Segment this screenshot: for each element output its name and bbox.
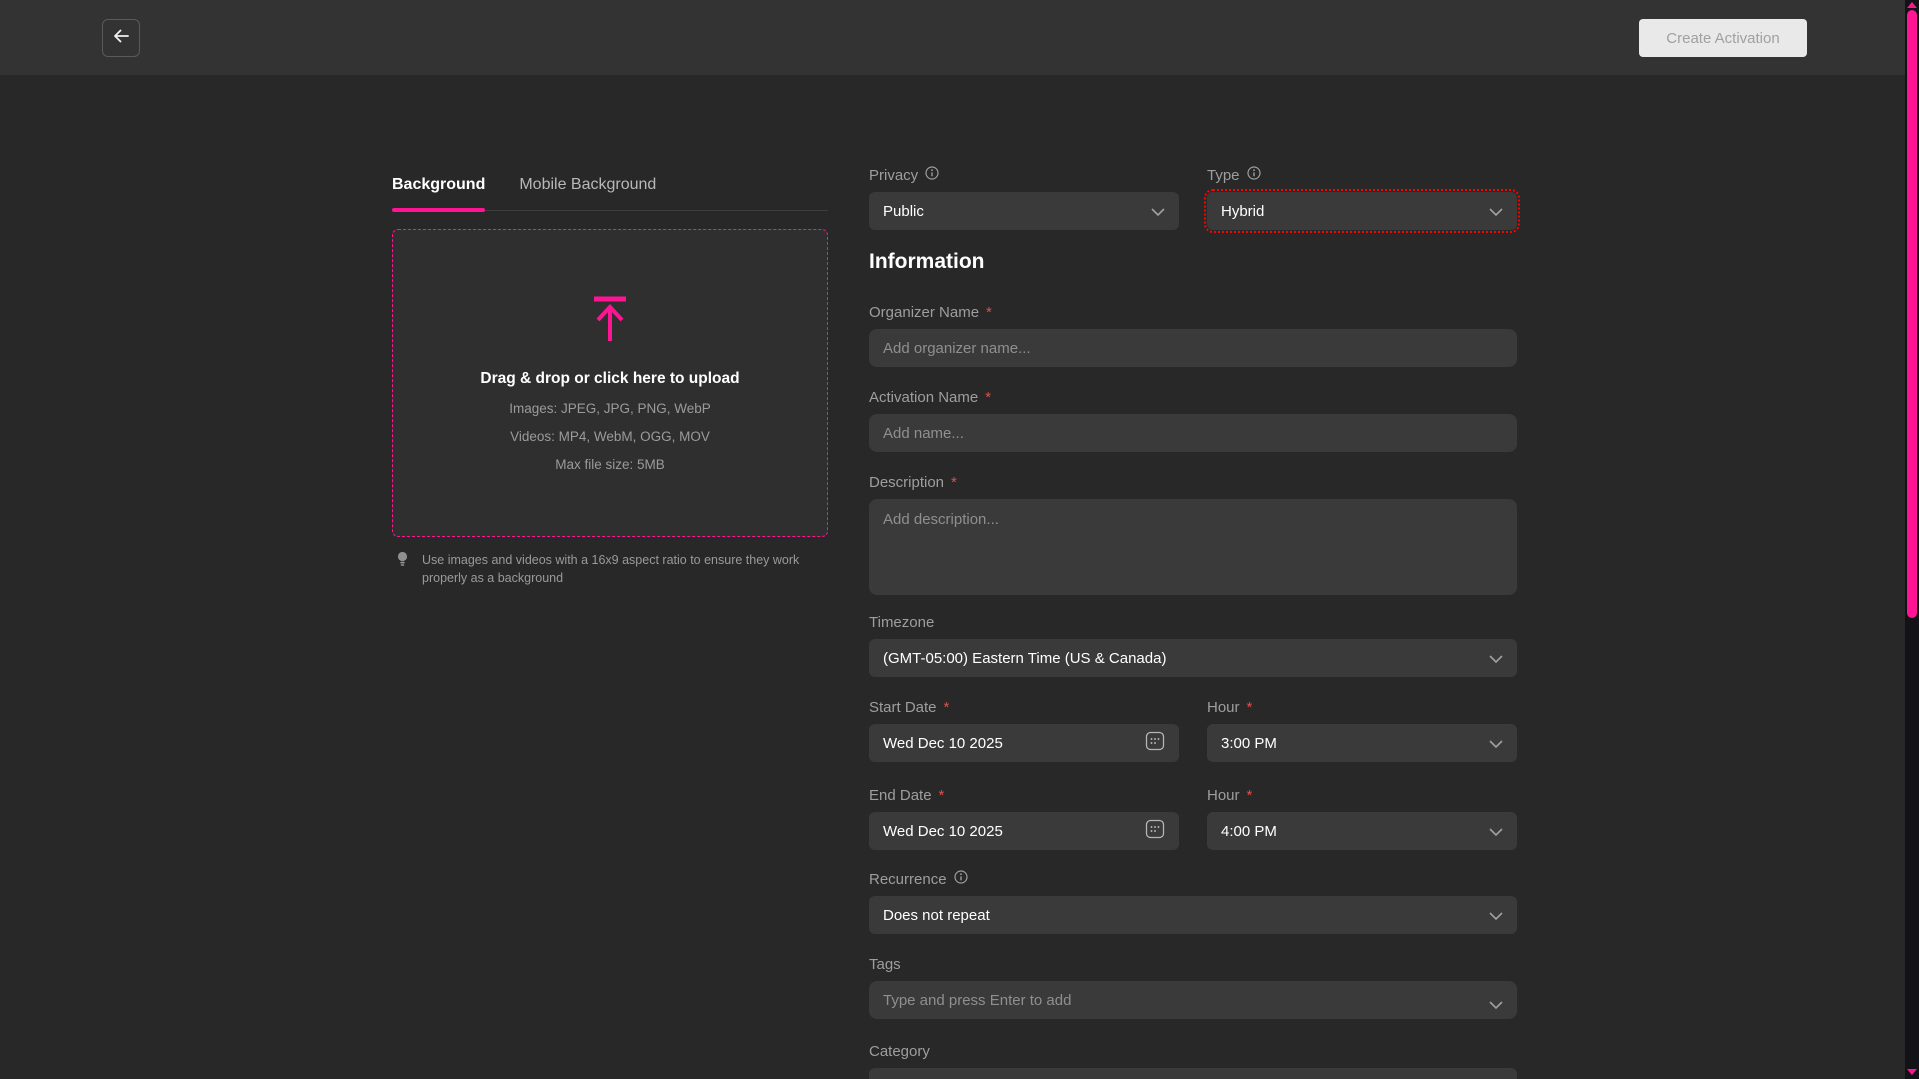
- tab-background[interactable]: Background: [392, 176, 485, 194]
- required-marker: *: [939, 787, 945, 804]
- info-icon[interactable]: [954, 870, 968, 888]
- upload-title: Drag & drop or click here to upload: [480, 370, 739, 388]
- chevron-down-icon: [1489, 203, 1503, 220]
- activation-name-label: Activation Name *: [869, 388, 1517, 406]
- required-marker: *: [951, 474, 957, 491]
- scrollbar-up-arrow[interactable]: [1907, 2, 1917, 8]
- type-label: Type: [1207, 166, 1517, 184]
- description-label: Description *: [869, 473, 1517, 491]
- activation-form: Privacy Public Type: [869, 0, 1517, 1079]
- info-icon[interactable]: [925, 166, 939, 184]
- description-textarea[interactable]: [869, 499, 1517, 595]
- recurrence-label: Recurrence: [869, 870, 1517, 888]
- lightbulb-icon: [396, 551, 409, 587]
- timezone-label: Timezone: [869, 613, 1517, 631]
- chevron-down-icon: [1489, 907, 1503, 924]
- aspect-ratio-tip: Use images and videos with a 16x9 aspect…: [392, 551, 828, 587]
- end-hour-select[interactable]: 4:00 PM: [1207, 812, 1517, 850]
- end-date-label: End Date *: [869, 786, 1179, 804]
- organizer-name-input[interactable]: [869, 329, 1517, 367]
- category-select[interactable]: [869, 1068, 1517, 1079]
- chevron-down-icon: [1489, 996, 1503, 1014]
- background-tabs: Background Mobile Background: [392, 176, 828, 211]
- timezone-select[interactable]: (GMT-05:00) Eastern Time (US & Canada): [869, 639, 1517, 677]
- calendar-icon: [1145, 731, 1165, 755]
- calendar-icon: [1145, 819, 1165, 843]
- start-hour-label: Hour *: [1207, 698, 1517, 716]
- start-date-picker[interactable]: Wed Dec 10 2025: [869, 724, 1179, 762]
- required-marker: *: [985, 389, 991, 406]
- start-date-label: Start Date *: [869, 698, 1179, 716]
- upload-videos-formats: Videos: MP4, WebM, OGG, MOV: [510, 429, 710, 444]
- privacy-label: Privacy: [869, 166, 1179, 184]
- organizer-name-label: Organizer Name *: [869, 303, 1517, 321]
- info-icon[interactable]: [1247, 166, 1261, 184]
- upload-images-formats: Images: JPEG, JPG, PNG, WebP: [509, 401, 711, 416]
- tags-input[interactable]: [869, 981, 1517, 1019]
- scrollbar-track[interactable]: [1905, 0, 1919, 1079]
- chevron-down-icon: [1489, 823, 1503, 840]
- required-marker: *: [944, 699, 950, 716]
- upload-dropzone[interactable]: Drag & drop or click here to upload Imag…: [392, 229, 828, 537]
- chevron-down-icon: [1489, 650, 1503, 667]
- scrollbar-down-arrow[interactable]: [1907, 1069, 1917, 1075]
- information-heading: Information: [869, 250, 1517, 274]
- tab-mobile-background[interactable]: Mobile Background: [519, 176, 656, 194]
- chevron-down-icon: [1489, 735, 1503, 752]
- background-media-panel: Background Mobile Background Drag & drop…: [392, 176, 828, 587]
- category-label: Category: [869, 1042, 1517, 1060]
- type-select[interactable]: Hybrid: [1207, 192, 1517, 230]
- tags-label: Tags: [869, 955, 1517, 973]
- recurrence-select[interactable]: Does not repeat: [869, 896, 1517, 934]
- back-button[interactable]: [102, 19, 140, 57]
- upload-arrow-icon: [591, 295, 629, 348]
- scrollbar-thumb[interactable]: [1907, 10, 1917, 618]
- chevron-down-icon: [1151, 203, 1165, 220]
- privacy-select[interactable]: Public: [869, 192, 1179, 230]
- upload-max-size: Max file size: 5MB: [555, 457, 665, 472]
- activation-name-input[interactable]: [869, 414, 1517, 452]
- required-marker: *: [986, 304, 992, 321]
- end-hour-label: Hour *: [1207, 786, 1517, 804]
- tip-text: Use images and videos with a 16x9 aspect…: [422, 551, 828, 587]
- start-hour-select[interactable]: 3:00 PM: [1207, 724, 1517, 762]
- create-activation-button[interactable]: Create Activation: [1639, 19, 1807, 57]
- arrow-left-icon: [111, 26, 131, 51]
- end-date-picker[interactable]: Wed Dec 10 2025: [869, 812, 1179, 850]
- required-marker: *: [1247, 699, 1253, 716]
- required-marker: *: [1247, 787, 1253, 804]
